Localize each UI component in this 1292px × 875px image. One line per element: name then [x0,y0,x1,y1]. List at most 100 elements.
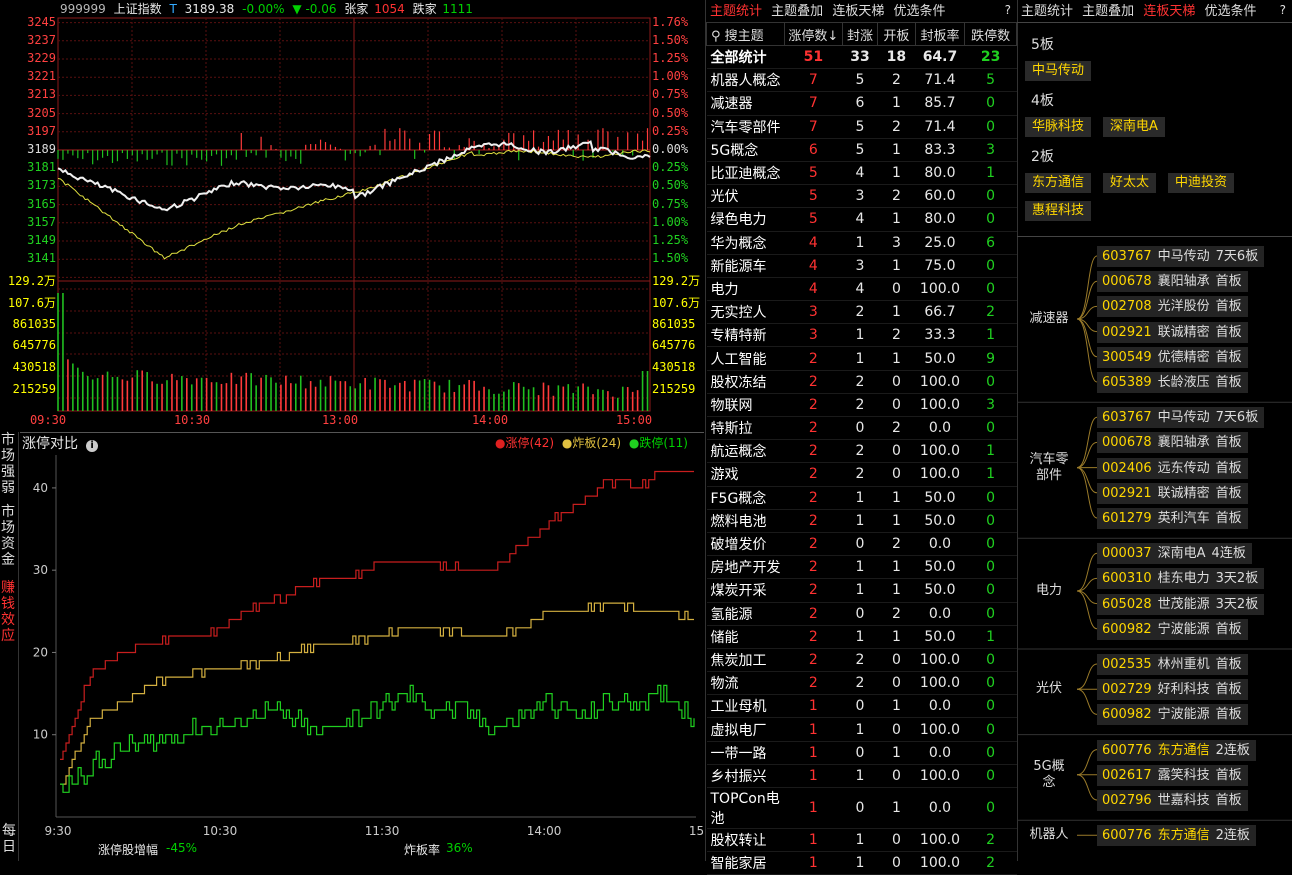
stock-tag: 首板 [1215,324,1242,340]
theme-row[interactable]: 减速器 7 6 1 85.7 0 [706,91,1017,116]
stock-name: 优德精密 [1157,349,1210,365]
ladder-stock-row[interactable]: 002921 联诚精密 首板 [1097,482,1248,504]
theme-row[interactable]: 5G概念 6 5 1 83.3 3 [706,138,1017,162]
tab-theme-stats[interactable]: 主题统计 [710,4,762,19]
side-tab-market-fund[interactable]: 市场资金 [0,504,16,568]
ladder-stock-row[interactable]: 600776 东方通信 2连板 [1097,825,1256,847]
theme-row[interactable]: 物流 2 2 0 100.0 0 [706,671,1017,696]
theme-row[interactable]: 特斯拉 2 0 2 0.0 0 [706,416,1017,441]
theme-row[interactable]: 无实控人 3 2 1 66.7 2 [706,300,1017,325]
col-seal-rate[interactable]: 封板率 [914,22,966,46]
side-tab-market-strength[interactable]: 市场强弱 [0,432,16,496]
help-icon[interactable]: ? [1005,3,1011,17]
tab-preferred[interactable]: 优选条件 [893,4,945,19]
ladder-stock-row[interactable]: 603767 中马传动 7天6板 [1097,407,1265,429]
ladder-stock-row[interactable]: 603767 中马传动 7天6板 [1097,246,1265,267]
theme-row[interactable]: 储能 2 1 1 50.0 1 [706,625,1017,649]
theme-row[interactable]: 虚拟电厂 1 1 0 100.0 0 [706,717,1017,742]
theme-row[interactable]: 新能源车 4 3 1 75.0 0 [706,254,1017,278]
side-tab-daily[interactable]: 每日 [0,823,18,855]
ladder-stock-row[interactable]: 002406 远东传动 首板 [1097,457,1248,479]
stock-code: 000678 [1102,274,1152,290]
ladder-stock-row[interactable]: 600982 宁波能源 首板 [1097,618,1248,640]
intraday-chart[interactable] [0,0,704,432]
ladder-stock-row[interactable]: 002921 联诚精密 首板 [1097,321,1248,343]
ladder-stock-row[interactable]: 000037 深南电A 4连板 [1097,543,1252,565]
side-tab-profit-effect[interactable]: 赚钱效应 [0,580,16,644]
col-sealed[interactable]: 封涨 [841,22,879,46]
theme-row[interactable]: 燃料电池 2 1 1 50.0 0 [706,509,1017,533]
ladder-stock-chip[interactable]: 中马传动 [1025,61,1092,81]
ladder-stock-chip[interactable]: 中迪投资 [1168,173,1235,193]
y-tick-label: 30 [33,563,48,577]
help-icon[interactable]: ? [1280,3,1286,17]
ladder-stock-row[interactable]: 600982 宁波能源 首板 [1097,704,1248,726]
ladder-stock-row[interactable]: 600776 东方通信 2连板 [1097,739,1256,761]
ladder-stock-chip[interactable]: 惠程科技 [1025,201,1092,221]
col-limit-count[interactable]: 涨停数↓ [784,22,843,46]
ladder-stock-chip[interactable]: 东方通信 [1025,173,1092,193]
ladder-stock-row[interactable]: 002535 林州重机 首板 [1097,654,1248,675]
theme-row[interactable]: 工业母机 1 0 1 0.0 0 [706,694,1017,719]
theme-row[interactable]: 股权冻结 2 2 0 100.0 0 [706,370,1017,394]
ladder-stock-chip[interactable]: 深南电A [1103,117,1165,137]
tab-theme-overlay[interactable]: 主题叠加 [771,4,823,19]
theme-row[interactable]: F5G概念 2 1 1 50.0 0 [706,486,1017,510]
col-limit-down[interactable]: 跌停数 [964,22,1017,46]
theme-row[interactable]: 物联网 2 2 0 100.0 3 [706,393,1017,418]
theme-row[interactable]: 绿色电力 5 4 1 80.0 0 [706,207,1017,232]
tab-preferred[interactable]: 优选条件 [1204,4,1256,19]
theme-row[interactable]: 氢能源 2 0 2 0.0 0 [706,602,1017,626]
limit-compare-chart[interactable]: 10 20 30 40 9:30 10:30 11:30 14:00 15:00 [20,451,704,843]
ladder-stock-row[interactable]: 002708 光洋股份 首板 [1097,296,1248,318]
ladder-stock-row[interactable]: 605389 长龄液压 首板 [1097,372,1248,393]
theme-cell-rate: 0.0 [915,741,965,765]
ladder-stock-row[interactable]: 002796 世嘉科技 首板 [1097,790,1248,811]
theme-cell-down: 1 [964,439,1017,464]
stock-name: 好利科技 [1157,682,1210,698]
tab-limit-ladder[interactable]: 连板天梯 [1143,4,1195,19]
ladder-stock-row[interactable]: 002729 好利科技 首板 [1097,679,1248,701]
ladder-stock-row[interactable]: 000678 襄阳轴承 首板 [1097,432,1248,454]
theme-cell-rate: 50.0 [915,625,965,649]
theme-row[interactable]: 乡村振兴 1 1 0 100.0 0 [706,764,1017,789]
ladder-stock-row[interactable]: 600310 桂东电力 3天2板 [1097,568,1265,590]
theme-search[interactable]: ⚲ 搜主题 [706,22,785,46]
ladder-stock-row[interactable]: 605028 世茂能源 3天2板 [1097,593,1265,615]
theme-row[interactable]: 电力 4 4 0 100.0 0 [706,277,1017,302]
ladder-stock-row[interactable]: 002617 露笑科技 首板 [1097,764,1248,786]
theme-row[interactable]: 一带一路 1 0 1 0.0 0 [706,741,1017,765]
theme-row[interactable]: 专精特新 3 1 2 33.3 1 [706,323,1017,348]
tab-theme-stats[interactable]: 主题统计 [1021,4,1073,19]
theme-row[interactable]: 比亚迪概念 5 4 1 80.0 1 [706,161,1017,186]
col-opened[interactable]: 开板 [877,22,916,46]
ladder-stock-row[interactable]: 601279 英利汽车 首板 [1097,508,1248,529]
ladder-stock-row[interactable]: 300549 优德精密 首板 [1097,346,1248,368]
theme-row[interactable]: 股权转让 1 1 0 100.0 2 [706,828,1017,853]
theme-row[interactable]: 汽车零部件 7 5 2 71.4 0 [706,115,1017,139]
theme-row[interactable]: 游戏 2 2 0 100.0 1 [706,462,1017,487]
theme-row[interactable]: 华为概念 4 1 3 25.0 6 [706,231,1017,255]
theme-row[interactable]: 房地产开发 2 1 1 50.0 0 [706,555,1017,580]
theme-row[interactable]: 人工智能 2 1 1 50.0 9 [706,346,1017,371]
theme-row[interactable]: 航运概念 2 2 0 100.0 1 [706,439,1017,464]
theme-row[interactable]: 机器人概念 7 5 2 71.4 5 [706,68,1017,93]
theme-row[interactable]: TOPCon电池 1 0 1 0.0 0 [706,787,1017,829]
theme-row[interactable]: 煤炭开采 2 1 1 50.0 0 [706,578,1017,603]
tree-connector [1076,416,1098,469]
theme-row[interactable]: 光伏 5 3 2 60.0 0 [706,184,1017,209]
ladder-stock-row[interactable]: 000678 襄阳轴承 首板 [1097,271,1248,293]
theme-cell-count: 2 [784,393,843,418]
ladder-stock-chip[interactable]: 华脉科技 [1025,117,1092,137]
price-tick-label: 3245 [27,14,56,29]
theme-cell-rate: 50.0 [915,509,965,533]
theme-cell-name: 股权转让 [706,828,785,853]
tab-limit-ladder[interactable]: 连板天梯 [832,4,884,19]
theme-total-row[interactable]: 全部统计 51 33 18 64.7 23 [706,45,1017,70]
ladder-stock-chip[interactable]: 好太太 [1103,173,1157,193]
theme-row[interactable]: 破增发价 2 0 2 0.0 0 [706,532,1017,557]
theme-cell-count: 3 [784,300,843,325]
theme-row[interactable]: 智能家居 1 1 0 100.0 2 [706,851,1017,875]
tab-theme-overlay[interactable]: 主题叠加 [1082,4,1134,19]
theme-row[interactable]: 焦炭加工 2 2 0 100.0 0 [706,648,1017,673]
